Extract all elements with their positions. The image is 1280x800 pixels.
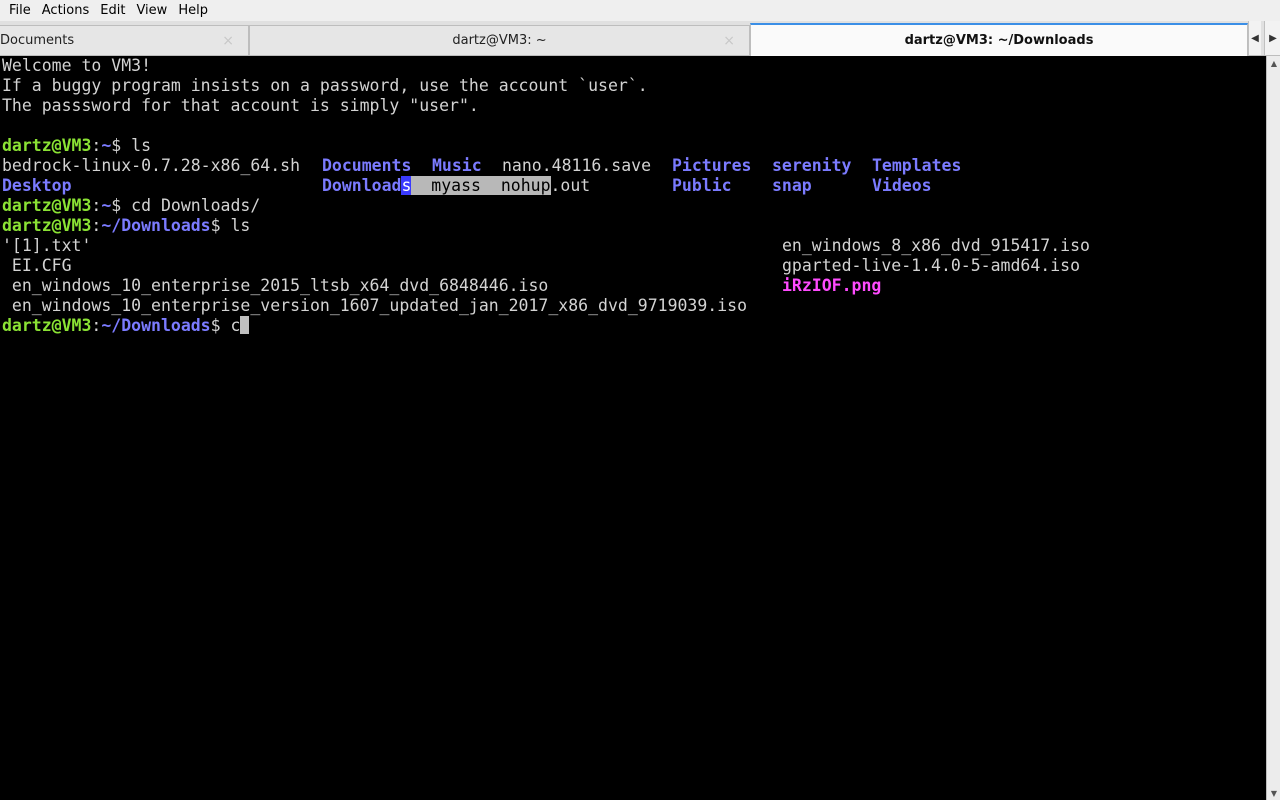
terminal-line: dartz@VM3:~/Downloads$ c — [2, 316, 250, 336]
tab-bar: Documents × dartz@VM3: ~ × dartz@VM3: ~/… — [0, 21, 1280, 56]
prompt-dollar: $ — [111, 136, 132, 155]
file-entry: .out — [550, 176, 591, 195]
terminal-line: dartz@VM3:~/Downloads$ ls — [2, 216, 250, 236]
dir-entry: Music — [432, 156, 482, 175]
dir-entry: Documents — [322, 156, 412, 175]
tab-label: dartz@VM3: ~/Downloads — [904, 33, 1094, 48]
prompt-colon: : — [91, 216, 102, 235]
prompt-colon: : — [91, 316, 102, 335]
dir-entry: snap — [772, 176, 812, 195]
prompt-path: ~/Downloads — [101, 316, 211, 335]
file-entry: '[1].txt' — [2, 236, 92, 255]
close-icon[interactable]: × — [723, 33, 735, 49]
dir-entry: Pictures — [672, 156, 752, 175]
prompt-user: dartz@VM3 — [2, 316, 92, 335]
prompt-path: ~/Downloads — [101, 216, 211, 235]
file-entry: en_windows_10_enterprise_version_1607_up… — [2, 296, 748, 315]
dir-entry: Public — [672, 176, 732, 195]
file-entry: myass — [411, 176, 501, 195]
terminal-line: The passsword for that account is simply… — [2, 96, 479, 116]
tab-scroll-right-icon[interactable]: ▶ — [1264, 21, 1280, 55]
terminal-line: dartz@VM3:~$ cd Downloads/ — [2, 196, 260, 216]
prompt-dollar: $ — [111, 196, 132, 215]
command-input[interactable]: c — [231, 316, 241, 335]
file-entry: nohup — [500, 176, 551, 195]
prompt-colon: : — [91, 196, 102, 215]
prompt-user: dartz@VM3 — [2, 196, 92, 215]
file-entry: bedrock-linux-0.7.28-x86_64.sh — [2, 156, 301, 175]
prompt-dollar: $ — [210, 316, 231, 335]
prompt-colon: : — [91, 136, 102, 155]
tab-downloads[interactable]: dartz@VM3: ~/Downloads — [750, 23, 1248, 56]
tab-label: dartz@VM3: ~ — [452, 33, 547, 48]
dir-entry: Desktop — [2, 176, 72, 195]
terminal-line: bedrock-linux-0.7.28-x86_64.sh — [2, 156, 300, 176]
menu-view[interactable]: View — [131, 0, 172, 21]
dir-entry: serenity — [772, 156, 852, 175]
command-text: ls — [131, 136, 152, 155]
menu-bar: File Actions Edit View Help — [0, 0, 1280, 21]
terminal-output[interactable]: Welcome to VM3! If a buggy program insis… — [0, 56, 1266, 800]
terminal-line: If a buggy program insists on a password… — [2, 76, 648, 96]
tab-scroll-left-icon[interactable]: ◀ — [1248, 21, 1261, 55]
menu-actions[interactable]: Actions — [37, 0, 95, 21]
command-text: cd Downloads/ — [131, 196, 261, 215]
prompt-path: ~ — [101, 136, 112, 155]
file-entry: en_windows_8_x86_dvd_915417.iso — [782, 236, 1090, 255]
file-entry: nano.48116.save — [502, 156, 652, 175]
file-entry: gparted-live-1.4.0-5-amd64.iso — [782, 256, 1081, 275]
prompt-path: ~ — [101, 196, 112, 215]
image-file-entry: iRzIOF.png — [782, 276, 882, 295]
file-entry: EI.CFG — [2, 256, 72, 275]
prompt-user: dartz@VM3 — [2, 216, 92, 235]
menu-help[interactable]: Help — [173, 0, 213, 21]
selected-text: Downloads myass nohup.out — [322, 176, 590, 196]
tab-home[interactable]: dartz@VM3: ~ × — [249, 25, 750, 55]
terminal-line: dartz@VM3:~$ ls — [2, 136, 151, 156]
dir-entry: Templates — [872, 156, 962, 175]
welcome-text: If a buggy program insists on a password… — [2, 76, 648, 95]
dir-entry: Download — [322, 176, 402, 195]
tab-documents[interactable]: Documents × — [0, 25, 249, 55]
command-text: ls — [230, 216, 251, 235]
menu-file[interactable]: File — [4, 0, 36, 21]
scroll-up-icon[interactable]: ▲ — [1267, 56, 1280, 70]
menu-edit[interactable]: Edit — [95, 0, 130, 21]
scroll-down-icon[interactable]: ▼ — [1267, 786, 1280, 800]
prompt-dollar: $ — [210, 216, 231, 235]
text-cursor — [240, 316, 250, 334]
file-entry: en_windows_10_enterprise_2015_ltsb_x64_d… — [2, 276, 549, 295]
terminal-scrollbar[interactable]: ▲ ▼ — [1266, 56, 1280, 800]
close-icon[interactable]: × — [222, 33, 234, 49]
selection-start: s — [401, 176, 412, 195]
tab-label: Documents — [0, 33, 75, 48]
dir-entry: Videos — [872, 176, 932, 195]
terminal-line: Welcome to VM3! — [2, 56, 151, 76]
welcome-text: The passsword for that account is simply… — [2, 96, 479, 115]
welcome-text: Welcome to VM3! — [2, 56, 152, 75]
prompt-user: dartz@VM3 — [2, 136, 92, 155]
